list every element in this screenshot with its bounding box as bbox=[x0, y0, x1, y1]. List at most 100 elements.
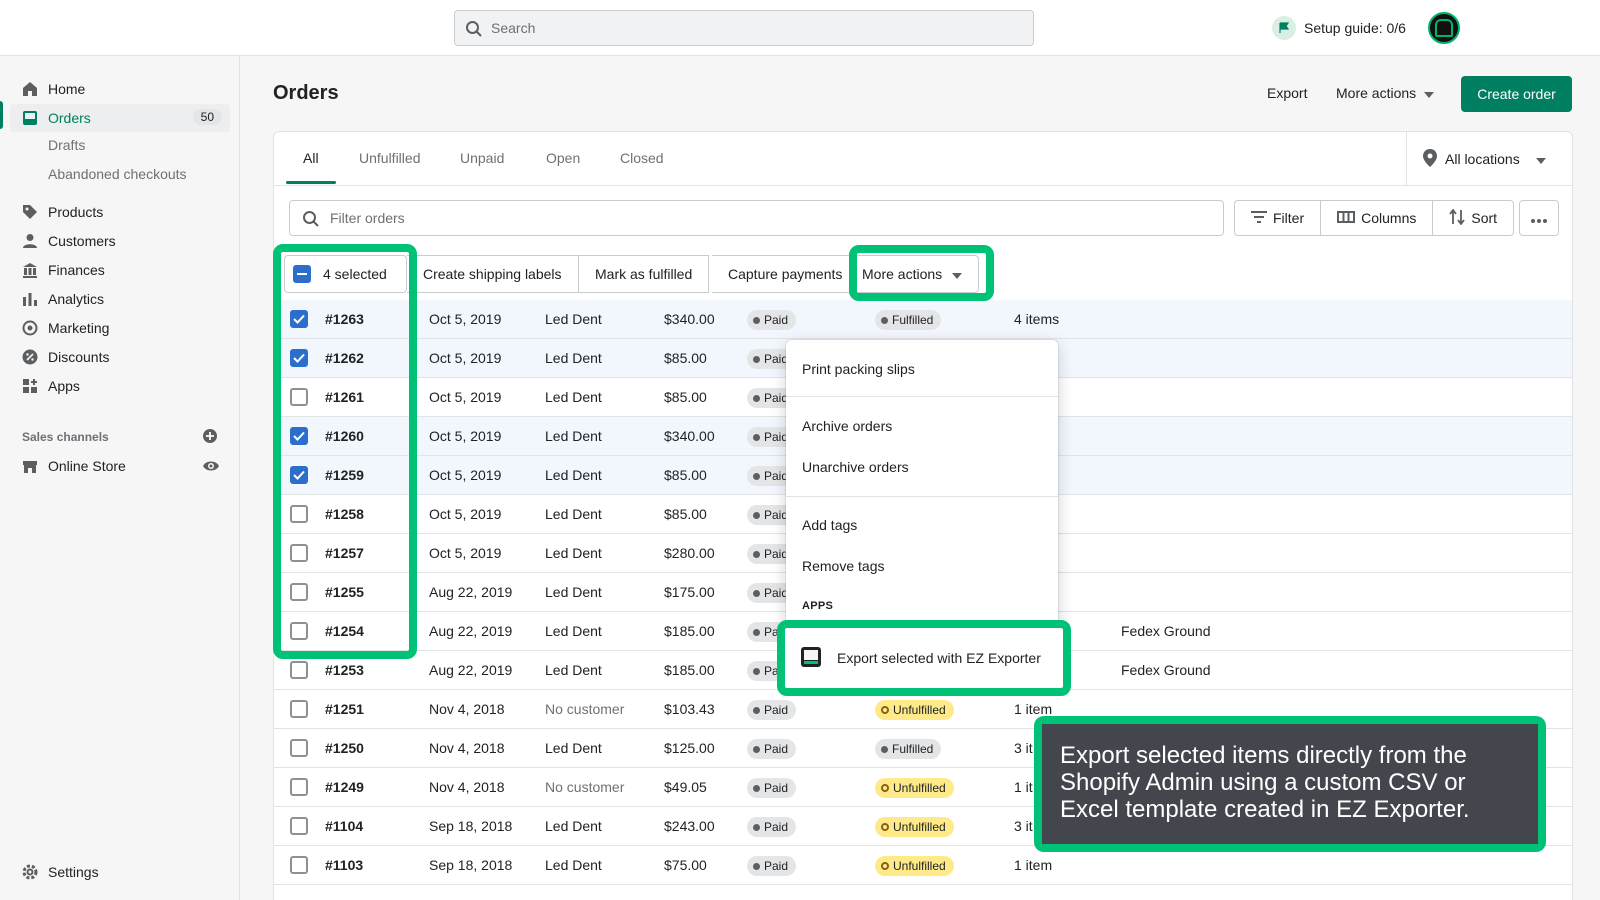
ez-exporter-app-icon bbox=[801, 646, 821, 670]
setup-guide-button[interactable]: Setup guide: 0/6 bbox=[1272, 16, 1406, 40]
search-input[interactable]: Search bbox=[454, 10, 1034, 46]
payment-status-label: Paid bbox=[764, 820, 789, 834]
menu-divider bbox=[786, 496, 1058, 497]
order-date: Aug 22, 2019 bbox=[429, 584, 513, 600]
sidebar-item-label: Marketing bbox=[48, 320, 110, 336]
tab-unfulfilled[interactable]: Unfulfilled bbox=[359, 150, 420, 166]
order-number[interactable]: #1250 bbox=[325, 740, 364, 756]
row-checkbox[interactable] bbox=[290, 856, 308, 874]
capture-payments-button[interactable]: Capture payments bbox=[712, 255, 860, 293]
sidebar-item-analytics[interactable]: Analytics bbox=[10, 285, 230, 313]
menu-item-archive-orders[interactable]: Archive orders bbox=[802, 418, 892, 434]
order-total: $75.00 bbox=[664, 857, 707, 873]
mark-as-fulfilled-button[interactable]: Mark as fulfilled bbox=[579, 255, 710, 293]
order-number[interactable]: #1103 bbox=[325, 857, 363, 873]
order-total: $185.00 bbox=[664, 662, 715, 678]
sidebar-item-label: Products bbox=[48, 204, 104, 220]
fulfillment-status-label: Unfulfilled bbox=[893, 859, 946, 873]
order-total: $175.00 bbox=[664, 584, 715, 600]
sidebar-item-apps[interactable]: Apps bbox=[10, 372, 230, 400]
order-customer: Led Dent bbox=[545, 545, 602, 561]
home-icon bbox=[22, 81, 38, 97]
delivery-method: Fedex Ground bbox=[1121, 662, 1211, 678]
order-date: Oct 5, 2019 bbox=[429, 389, 502, 405]
export-button[interactable]: Export bbox=[1267, 85, 1307, 101]
more-options-button[interactable] bbox=[1519, 200, 1559, 236]
person-icon bbox=[22, 233, 38, 249]
order-customer: Led Dent bbox=[545, 857, 602, 873]
row-checkbox[interactable] bbox=[290, 739, 308, 757]
order-total: $85.00 bbox=[664, 389, 707, 405]
apps-icon bbox=[22, 378, 38, 394]
add-channel-icon[interactable] bbox=[202, 428, 218, 447]
tab-open[interactable]: Open bbox=[546, 150, 580, 166]
sidebar-item-settings[interactable]: Settings bbox=[10, 858, 230, 886]
ez-exporter-label: Export selected with EZ Exporter bbox=[837, 650, 1041, 666]
row-checkbox[interactable] bbox=[290, 817, 308, 835]
tab-all[interactable]: All bbox=[303, 150, 319, 166]
sidebar-item-finances[interactable]: Finances bbox=[10, 256, 230, 284]
flag-icon bbox=[1272, 16, 1296, 40]
menu-item-add-tags[interactable]: Add tags bbox=[802, 517, 857, 533]
menu-item-remove-tags[interactable]: Remove tags bbox=[802, 558, 884, 574]
order-date: Oct 5, 2019 bbox=[429, 311, 502, 327]
sidebar-item-marketing[interactable]: Marketing bbox=[10, 314, 230, 342]
more-actions-button[interactable]: More actions bbox=[1336, 85, 1435, 101]
tab-unpaid[interactable]: Unpaid bbox=[460, 150, 504, 166]
sort-button[interactable]: Sort bbox=[1433, 201, 1513, 235]
create-shipping-labels-button[interactable]: Create shipping labels bbox=[407, 255, 579, 293]
page-title: Orders bbox=[273, 82, 339, 104]
store-avatar[interactable] bbox=[1428, 12, 1460, 44]
sidebar-item-abandoned-checkouts[interactable]: Abandoned checkouts bbox=[48, 166, 187, 182]
order-number[interactable]: #1104 bbox=[325, 818, 363, 834]
menu-item-unarchive-orders[interactable]: Unarchive orders bbox=[802, 459, 909, 475]
sidebar-item-label: Online Store bbox=[48, 458, 126, 474]
sidebar-item-discounts[interactable]: Discounts bbox=[10, 343, 230, 371]
tab-closed[interactable]: Closed bbox=[620, 150, 664, 166]
sort-label: Sort bbox=[1471, 210, 1498, 226]
location-label: All locations bbox=[1445, 151, 1520, 167]
sidebar-item-online-store[interactable]: Online Store bbox=[10, 452, 230, 480]
order-number[interactable]: #1249 bbox=[325, 779, 364, 795]
payment-status-badge: Paid bbox=[747, 739, 797, 759]
search-placeholder: Search bbox=[491, 20, 536, 36]
sidebar-item-drafts[interactable]: Drafts bbox=[48, 137, 85, 153]
sidebar-item-home[interactable]: Home bbox=[10, 75, 230, 103]
sidebar-item-products[interactable]: Products bbox=[10, 198, 230, 226]
target-icon bbox=[22, 320, 38, 336]
eye-icon[interactable] bbox=[202, 458, 220, 477]
fulfillment-status-label: Unfulfilled bbox=[893, 781, 946, 795]
delivery-method: Fedex Ground bbox=[1121, 623, 1211, 639]
tab-bar: All Unfulfilled Unpaid Open Closed All l… bbox=[274, 132, 1572, 186]
table-row[interactable]: #1263 Oct 5, 2019 Led Dent $340.00 Paid Fulfi… bbox=[274, 300, 1572, 339]
row-checkbox[interactable] bbox=[290, 661, 308, 679]
create-order-button[interactable]: Create order bbox=[1461, 76, 1572, 112]
order-number[interactable]: #1251 bbox=[325, 701, 364, 717]
order-date: Aug 22, 2019 bbox=[429, 662, 513, 678]
row-checkbox[interactable] bbox=[290, 778, 308, 796]
tag-icon bbox=[22, 204, 38, 220]
row-checkbox[interactable] bbox=[290, 700, 308, 718]
filter-button[interactable]: Filter bbox=[1235, 201, 1322, 235]
order-number[interactable]: #1253 bbox=[325, 662, 364, 678]
sidebar-item-label: Settings bbox=[48, 864, 99, 880]
order-items: 3 it bbox=[1014, 818, 1033, 834]
order-total: $340.00 bbox=[664, 428, 715, 444]
location-selector[interactable]: All locations bbox=[1406, 132, 1572, 186]
filter-orders-input[interactable]: Filter orders bbox=[289, 200, 1224, 236]
ez-exporter-menu-item[interactable]: Export selected with EZ Exporter bbox=[777, 620, 1071, 696]
more-horizontal-icon bbox=[1531, 210, 1547, 226]
order-customer: Led Dent bbox=[545, 428, 602, 444]
order-total: $85.00 bbox=[664, 506, 707, 522]
order-total: $185.00 bbox=[664, 623, 715, 639]
sidebar-item-orders[interactable]: Orders 50 bbox=[10, 104, 230, 132]
store-icon bbox=[22, 458, 38, 474]
order-items: 4 items bbox=[1014, 311, 1060, 327]
filter-icon bbox=[1251, 210, 1267, 226]
order-items: 1 item bbox=[1014, 701, 1053, 717]
menu-item-print-packing-slips[interactable]: Print packing slips bbox=[802, 361, 915, 377]
columns-button[interactable]: Columns bbox=[1321, 201, 1434, 235]
sidebar-item-customers[interactable]: Customers bbox=[10, 227, 230, 255]
payment-status-label: Paid bbox=[764, 313, 789, 327]
payment-status-label: Paid bbox=[764, 430, 789, 444]
